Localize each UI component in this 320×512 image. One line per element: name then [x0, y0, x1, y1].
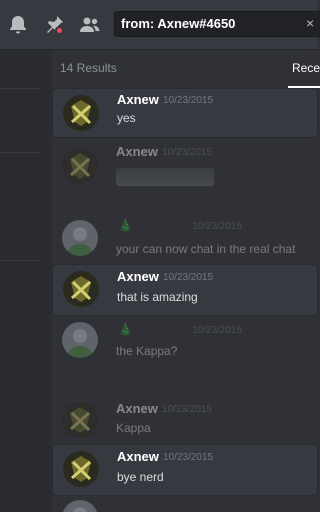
avatar	[62, 402, 98, 438]
search-input[interactable]: from: Axnew#4650	[114, 11, 320, 37]
message-author[interactable]: Axnew	[117, 92, 159, 107]
message-author[interactable]: Axnew	[117, 449, 159, 464]
avatar	[62, 148, 98, 184]
tree-badge-icon: 🎄	[118, 219, 133, 233]
message-author: Axnew	[116, 144, 158, 159]
message-text: that is amazing	[117, 290, 198, 304]
message-timestamp: 10/23/2015	[163, 272, 214, 283]
avatar	[62, 220, 98, 256]
message-timestamp: 10/23/2015	[162, 404, 213, 415]
message-author: 🎄	[116, 322, 133, 337]
close-icon[interactable]: ×	[306, 13, 314, 33]
message-image	[116, 168, 214, 186]
members-icon[interactable]	[78, 13, 102, 37]
avatar[interactable]	[63, 451, 99, 487]
tab-recent[interactable]: Rece	[292, 61, 320, 75]
message-text: Kappa	[116, 421, 151, 435]
context-message: Axnew 10/23/2015	[52, 142, 318, 206]
pin-icon[interactable]	[42, 13, 66, 37]
message-timestamp: 10/23/2015	[162, 147, 213, 158]
result-message[interactable]: Axnew 10/23/2015 that is amazing	[52, 264, 318, 316]
message-text: the Kappa?	[116, 344, 178, 358]
search-results-list: Axnew 10/23/2015 yes Axnew 10/23/2015 🎄 …	[52, 88, 318, 512]
message-timestamp: 10/23/2015	[192, 221, 243, 232]
tree-badge-icon: 🎄	[118, 323, 133, 337]
message-timestamp: 10/23/2015	[192, 325, 243, 336]
channel-toolbar: from: Axnew#4650 ×	[0, 0, 320, 50]
avatar[interactable]	[63, 271, 99, 307]
result-count: 14 Results	[60, 61, 117, 75]
context-message: 🎄 10/23/2015 your can now chat in the re…	[52, 214, 318, 262]
context-message: 🎄 10/23/2015 the Kappa?	[52, 318, 318, 370]
message-text: yes	[117, 111, 136, 125]
message-timestamp: 10/23/2015	[163, 95, 214, 106]
avatar	[62, 322, 98, 358]
result-message[interactable]: Axnew 10/23/2015 bye nerd	[52, 444, 318, 496]
message-text: bye nerd	[117, 470, 164, 484]
context-message	[52, 498, 318, 512]
result-message[interactable]: Axnew 10/23/2015 yes	[52, 88, 318, 138]
notification-dot	[55, 26, 64, 35]
message-author[interactable]: Axnew	[117, 269, 159, 284]
context-message: Axnew 10/23/2015 Kappa	[52, 398, 318, 446]
avatar[interactable]	[63, 95, 99, 131]
avatar	[62, 500, 98, 512]
message-timestamp: 10/23/2015	[163, 452, 214, 463]
search-results-header: 14 Results Rece	[52, 50, 320, 88]
message-author: Axnew	[116, 401, 158, 416]
bell-icon[interactable]	[6, 13, 30, 37]
chat-column-edge	[0, 50, 52, 512]
message-text: your can now chat in the real chat	[116, 242, 296, 256]
message-author: 🎄	[116, 218, 133, 233]
